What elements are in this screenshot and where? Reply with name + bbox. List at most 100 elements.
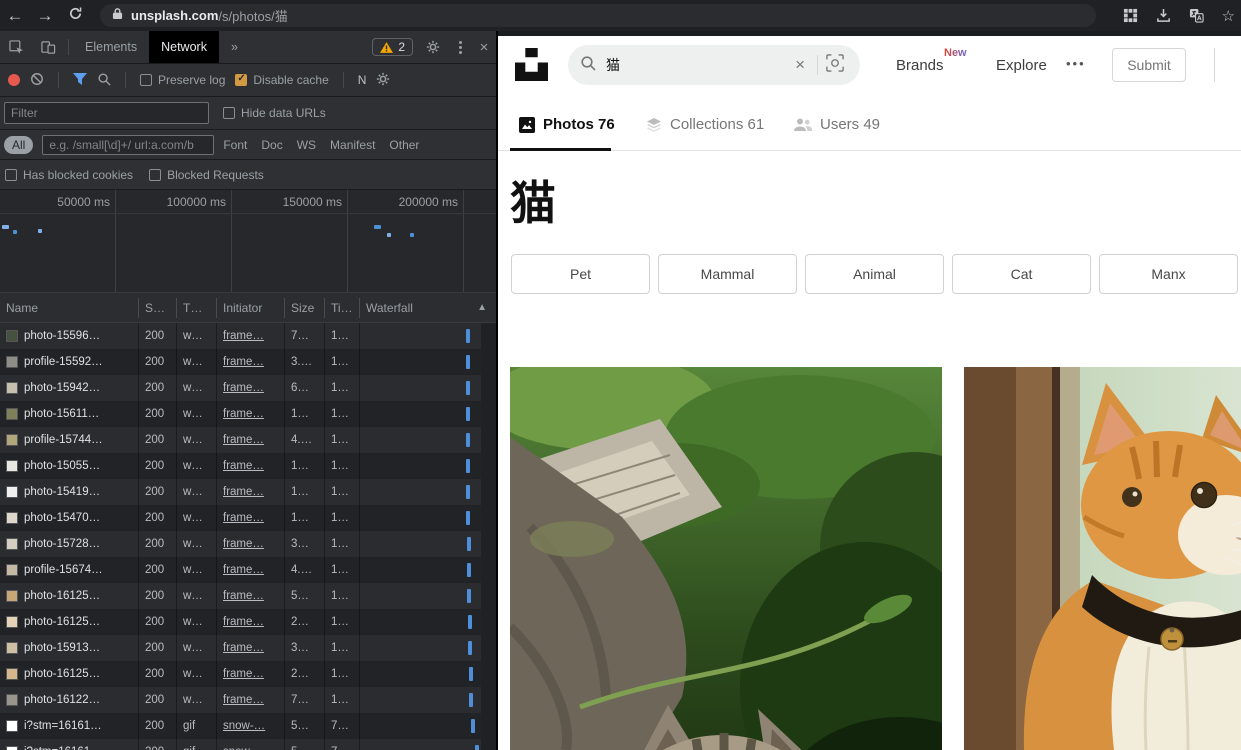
request-initiator-link[interactable]: frame… [217,479,285,505]
submit-button[interactable]: Submit [1112,48,1186,82]
request-initiator-link[interactable]: frame… [217,687,285,713]
search-input[interactable]: 猫 [606,55,787,75]
tab-elements[interactable]: Elements [73,31,149,63]
request-initiator-link[interactable]: frame… [217,661,285,687]
request-initiator-link[interactable]: snow-… [217,739,285,750]
forward-icon[interactable]: → [30,6,60,26]
hide-data-urls-checkbox[interactable]: Hide data URLs [223,106,326,120]
has-blocked-cookies-checkbox[interactable]: Has blocked cookies [5,168,133,182]
filter-pill[interactable]: Pet [511,254,650,294]
filter-type[interactable]: Font [223,138,247,152]
disable-cache-checkbox[interactable]: Disable cache [235,73,328,87]
preserve-log-checkbox[interactable]: Preserve log [140,73,225,87]
apps-grid-icon[interactable] [1123,8,1138,23]
network-request-row[interactable]: photo-15913… 200 w… frame… 3… 1… [0,635,497,661]
column-header-initiator[interactable]: Initiator [217,298,285,318]
regex-filter-input[interactable] [42,135,214,155]
network-request-row[interactable]: photo-15942… 200 w… frame… 6… 1… [0,375,497,401]
column-header-status[interactable]: S… [139,298,177,318]
sort-ascending-icon[interactable]: ▲ [477,298,487,318]
filter-type[interactable]: Manifest [330,138,375,152]
filter-type[interactable]: Doc [261,138,282,152]
filter-pill[interactable]: Mammal [658,254,797,294]
network-request-row[interactable]: profile-15744… 200 w… frame… 4.… 1… [0,427,497,453]
tab-network[interactable]: Network [149,31,219,63]
column-header-name[interactable]: Name [0,298,139,318]
filter-type[interactable]: WS [297,138,316,152]
request-initiator-link[interactable]: snow-… [217,713,285,739]
column-header-size[interactable]: Size [285,298,325,318]
network-request-row[interactable]: photo-16125… 200 w… frame… 5… 1… [0,583,497,609]
record-icon[interactable] [8,74,20,86]
network-request-row[interactable]: profile-15674… 200 w… frame… 4.… 1… [0,557,497,583]
tab-photos[interactable]: Photos 76 [519,116,615,133]
bookmark-star-icon[interactable]: ☆ [1222,7,1235,25]
request-initiator-link[interactable]: frame… [217,557,285,583]
nav-brands[interactable]: Brands [896,57,944,74]
device-toolbar-icon[interactable] [32,31,64,63]
devtools-close-icon[interactable]: × [471,31,497,63]
network-request-row[interactable]: profile-15592… 200 w… frame… 3.… 1… [0,349,497,375]
throttling-select[interactable]: N [358,73,367,87]
column-header-type[interactable]: T… [177,298,217,318]
network-search-icon[interactable] [97,72,111,89]
blocked-requests-checkbox[interactable]: Blocked Requests [149,168,264,182]
unsplash-logo[interactable] [515,48,548,81]
network-request-row[interactable]: photo-15611… 200 w… frame… 1… 1… [0,401,497,427]
checkbox-unchecked[interactable] [5,169,17,181]
network-request-row[interactable]: photo-15419… 200 w… frame… 1… 1… [0,479,497,505]
translate-icon[interactable] [1189,8,1204,23]
address-bar[interactable]: unsplash.com/s/photos/猫 [100,4,1096,27]
checkbox-unchecked[interactable] [223,107,235,119]
network-overview[interactable] [0,214,497,293]
request-initiator-link[interactable]: frame… [217,349,285,375]
more-tabs-icon[interactable]: » [219,31,250,63]
filter-input[interactable] [4,102,209,124]
filter-pill[interactable]: Cat [952,254,1091,294]
column-header-waterfall[interactable]: Waterfall ▲ [360,298,497,318]
network-request-row[interactable]: photo-15728… 200 w… frame… 3… 1… [0,531,497,557]
network-request-row[interactable]: photo-16125… 200 w… frame… 2… 1… [0,609,497,635]
filter-type-all[interactable]: All [4,136,33,154]
network-request-row[interactable]: photo-15596… 200 w… frame… 7… 1… [0,323,497,349]
filter-type[interactable]: Other [389,138,419,152]
photo-result-kitten[interactable] [510,367,942,750]
network-request-row[interactable]: photo-16125… 200 w… frame… 2… 1… [0,661,497,687]
network-request-row[interactable]: photo-16122… 200 w… frame… 7… 1… [0,687,497,713]
nav-explore[interactable]: Explore [996,57,1047,74]
back-icon[interactable]: ← [0,6,30,26]
request-initiator-link[interactable]: frame… [217,323,285,349]
network-request-row[interactable]: i?stm=16161… 200 gif snow-… 5… 7… [0,739,497,750]
download-icon[interactable] [1156,8,1171,23]
network-settings-icon[interactable] [376,72,390,89]
devtools-settings-icon[interactable] [417,31,449,63]
filter-pill[interactable]: Manx [1099,254,1238,294]
tab-collections[interactable]: Collections 61 [646,116,764,133]
issues-badge[interactable]: 2 [372,38,413,56]
network-request-row[interactable]: photo-15055… 200 w… frame… 1… 1… [0,453,497,479]
request-initiator-link[interactable]: frame… [217,453,285,479]
reload-icon[interactable] [60,6,90,26]
search-bar[interactable]: 猫 × [568,45,860,85]
filter-funnel-icon[interactable] [73,73,87,88]
checkbox-unchecked[interactable] [140,74,152,86]
devtools-menu-icon[interactable] [449,31,471,63]
request-initiator-link[interactable]: frame… [217,401,285,427]
scrollbar-track[interactable] [481,323,497,750]
checkbox-checked[interactable] [235,74,247,86]
clear-search-icon[interactable]: × [787,55,813,75]
inspect-element-icon[interactable] [0,31,32,63]
request-initiator-link[interactable]: frame… [217,609,285,635]
checkbox-unchecked[interactable] [149,169,161,181]
filter-pill[interactable]: Animal [805,254,944,294]
request-initiator-link[interactable]: frame… [217,427,285,453]
photo-result-orange-cat[interactable] [964,367,1241,750]
request-initiator-link[interactable]: frame… [217,505,285,531]
column-header-time[interactable]: Ti… [325,298,360,318]
network-request-row[interactable]: photo-15470… 200 w… frame… 1… 1… [0,505,497,531]
request-initiator-link[interactable]: frame… [217,531,285,557]
request-initiator-link[interactable]: frame… [217,635,285,661]
tab-users[interactable]: Users 49 [794,116,880,133]
request-initiator-link[interactable]: frame… [217,375,285,401]
network-request-row[interactable]: i?stm=16161… 200 gif snow-… 5… 7… [0,713,497,739]
